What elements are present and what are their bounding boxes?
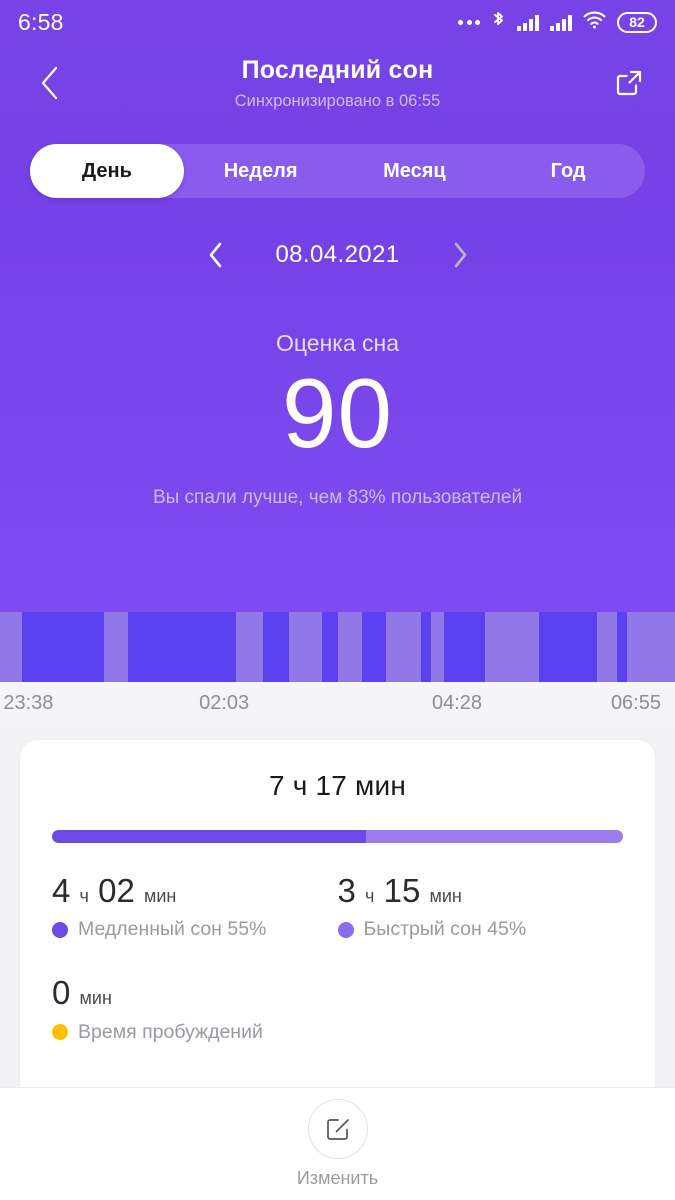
axis-tick-23-38: 23:38 <box>3 692 54 714</box>
stat-light-sleep-legend: Быстрый сон 45% <box>337 918 624 941</box>
awake-dot <box>52 1024 68 1041</box>
sync-status-text: Синхронизировано в 06:55 <box>234 91 441 110</box>
stat-awake-minutes-unit: мин <box>79 988 112 1009</box>
date-navigator: 08.04.2021 <box>0 238 675 272</box>
battery-icon: 82 <box>617 11 657 33</box>
sleep-score-comparison: Вы спали лучше, чем 83% пользователей <box>152 486 523 508</box>
hypnogram-band-light <box>385 612 421 682</box>
stat-awake-minutes: 0 <box>52 974 71 1012</box>
stat-deep-sleep-value: 4 ч 02 мин <box>52 872 338 909</box>
axis-tick-06-55: 06:55 <box>610 692 661 714</box>
share-button[interactable] <box>605 59 653 107</box>
tab-day[interactable]: День <box>30 144 184 198</box>
wifi-icon <box>583 11 606 34</box>
stat-awake-value: 0 мин <box>52 975 338 1011</box>
edit-button-label: Изменить <box>296 1168 379 1188</box>
hypnogram-band-deep <box>444 612 485 682</box>
stat-awake-time: 0 мин Время пробуждений <box>52 975 338 1043</box>
deep-sleep-progress-segment <box>52 830 367 843</box>
hero-purple-panel: 6:58 82 Последний сон Синхронизировано в… <box>0 0 675 612</box>
tab-month[interactable]: Месяц <box>338 144 492 198</box>
sleep-score-value: 90 <box>281 358 393 468</box>
signal-sim2-icon <box>550 14 572 31</box>
hypnogram-band-deep <box>321 612 338 682</box>
status-bar-clock: 6:58 <box>18 8 64 35</box>
tab-week[interactable]: Неделя <box>184 144 338 198</box>
bottom-action-bar: Изменить <box>0 1087 675 1200</box>
status-bar-icons: 82 <box>458 10 657 35</box>
stat-deep-sleep-legend: Медленный сон 55% <box>52 918 338 941</box>
tab-year[interactable]: Год <box>491 144 645 198</box>
stat-deep-sleep: 4 ч 02 мин Медленный сон 55% <box>52 872 338 941</box>
edit-button[interactable] <box>307 1099 368 1159</box>
stat-light-minutes: 15 <box>383 872 421 909</box>
hypnogram-band-light <box>236 612 263 682</box>
hypnogram-chart[interactable] <box>0 612 675 682</box>
sleep-score-block: Оценка сна 90 Вы спали лучше, чем 83% по… <box>0 330 675 509</box>
stat-awake-label: Время пробуждений <box>78 1020 263 1043</box>
hypnogram-band-light <box>597 612 617 682</box>
sleep-composition-bar <box>52 830 623 843</box>
sleep-stats-grid: 4 ч 02 мин Медленный сон 55% 3 ч 15 мин … <box>52 872 624 1044</box>
hypnogram-band-light <box>0 612 23 682</box>
previous-day-button[interactable] <box>199 238 233 272</box>
axis-tick-04-28: 04:28 <box>432 692 483 714</box>
hypnogram-band-deep <box>616 612 628 682</box>
stat-light-minutes-unit: мин <box>429 886 462 906</box>
hypnogram-band-deep <box>22 612 105 682</box>
stat-deep-hours-unit: ч <box>79 886 89 906</box>
stat-light-sleep-value: 3 ч 15 мин <box>337 872 624 909</box>
stat-deep-sleep-label: Медленный сон 55% <box>78 918 267 941</box>
stat-light-hours: 3 <box>337 872 356 909</box>
edit-square-pencil-icon <box>326 1119 349 1140</box>
hypnogram-band-light <box>627 612 675 682</box>
stat-deep-minutes: 02 <box>98 872 135 909</box>
hypnogram-band-deep <box>361 612 386 682</box>
stat-deep-hours: 4 <box>52 872 71 909</box>
signal-sim1-icon <box>517 14 539 31</box>
hypnogram-band-deep <box>420 612 431 682</box>
more-dots-icon <box>458 19 480 25</box>
hypnogram-band-deep <box>127 612 237 682</box>
hypnogram-band-light <box>104 612 128 682</box>
bluetooth-icon <box>491 10 506 35</box>
hypnogram-band-deep <box>538 612 598 682</box>
next-day-button[interactable] <box>443 238 477 272</box>
period-tabs-wrapper: День Неделя Месяц Год <box>0 122 675 198</box>
stat-light-sleep-label: Быстрый сон 45% <box>363 918 527 941</box>
current-date-label: 08.04.2021 <box>275 241 400 268</box>
stat-light-hours-unit: ч <box>365 886 375 906</box>
hypnogram-band-light <box>289 612 322 682</box>
hypnogram-band-light <box>484 612 539 682</box>
hypnogram-band-light <box>337 612 362 682</box>
stat-awake-legend: Время пробуждений <box>52 1021 338 1044</box>
stat-light-sleep: 3 ч 15 мин Быстрый сон 45% <box>337 872 624 941</box>
stat-deep-minutes-unit: мин <box>143 886 177 906</box>
sleep-score-label: Оценка сна <box>275 330 400 356</box>
axis-tick-02-03: 02:03 <box>199 692 250 714</box>
hypnogram-time-axis: 23:38 02:03 04:28 06:55 <box>0 682 675 728</box>
hypnogram-band-light <box>430 612 445 682</box>
header-title-group: Последний сон Синхронизировано в 06:55 <box>235 56 441 111</box>
app-header: Последний сон Синхронизировано в 06:55 <box>0 44 675 122</box>
hypnogram-band-deep <box>262 612 290 682</box>
page-title: Последний сон <box>241 55 434 84</box>
light-sleep-dot <box>337 921 354 938</box>
status-bar: 6:58 82 <box>0 0 675 44</box>
sleep-detail-screen: 6:58 82 Последний сон Синхронизировано в… <box>0 0 675 1200</box>
total-sleep-duration: 7 ч 17 мин <box>269 770 406 801</box>
deep-sleep-dot <box>52 921 68 938</box>
back-button[interactable] <box>26 59 74 107</box>
period-tabs: День Неделя Месяц Год <box>30 144 645 198</box>
